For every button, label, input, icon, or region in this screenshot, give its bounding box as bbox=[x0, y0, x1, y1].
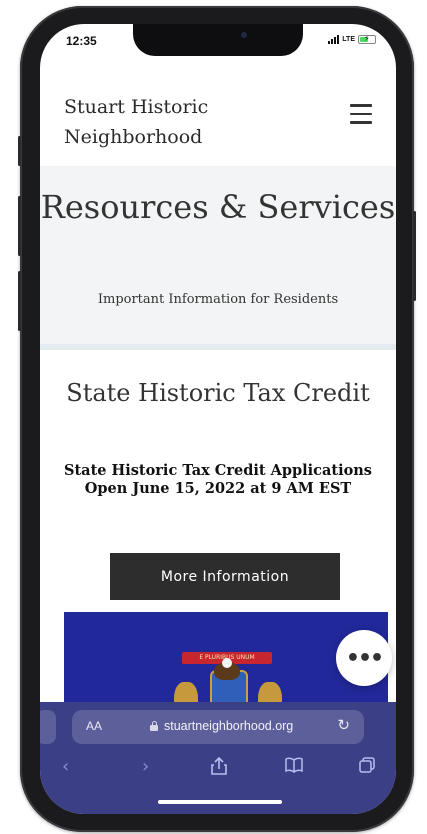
browser-toolbar: AA stuartneighborhood.org ↻ ‹ › bbox=[40, 702, 396, 814]
tabs-icon[interactable] bbox=[358, 756, 376, 779]
home-indicator bbox=[158, 800, 282, 804]
browser-nav-row: ‹ › bbox=[40, 756, 396, 786]
camera-icon bbox=[241, 32, 247, 38]
power-button bbox=[413, 211, 416, 301]
article-announcement: State Historic Tax Credit Applications O… bbox=[64, 462, 372, 497]
more-options-button[interactable]: ••• bbox=[336, 630, 392, 686]
notch bbox=[133, 24, 303, 56]
url-text[interactable]: stuartneighborhood.org bbox=[164, 719, 293, 733]
reader-options-button[interactable]: AA bbox=[86, 719, 102, 733]
charging-bolt-icon: ⚡ bbox=[364, 34, 370, 43]
status-time: 12:35 bbox=[66, 34, 97, 48]
address-bar[interactable]: AA stuartneighborhood.org ↻ bbox=[72, 710, 364, 744]
hero-title: Resources & Services bbox=[40, 188, 396, 226]
site-title[interactable]: Stuart Historic Neighborhood bbox=[64, 92, 284, 152]
back-icon[interactable]: ‹ bbox=[62, 756, 69, 777]
mute-switch bbox=[18, 136, 21, 166]
eagle-head bbox=[222, 658, 232, 668]
previous-tab-peek[interactable] bbox=[40, 710, 56, 744]
hero-subtitle: Important Information for Residents bbox=[97, 292, 339, 307]
reload-icon[interactable]: ↻ bbox=[337, 716, 350, 734]
share-icon[interactable] bbox=[210, 756, 228, 781]
signal-icon bbox=[328, 35, 340, 44]
screen: 12:35 LTE ⚡ Stuart Historic Neighborhood… bbox=[40, 24, 396, 814]
site-header: Stuart Historic Neighborhood bbox=[40, 82, 396, 166]
forward-icon[interactable]: › bbox=[142, 756, 149, 777]
bookmarks-icon[interactable] bbox=[284, 756, 304, 779]
more-information-button[interactable]: More Information bbox=[110, 553, 340, 600]
hero-banner: Resources & Services Important Informati… bbox=[40, 166, 396, 344]
battery-icon: ⚡ bbox=[358, 34, 376, 44]
volume-down-button bbox=[18, 271, 21, 331]
article-title: State Historic Tax Credit bbox=[66, 379, 370, 407]
status-indicators: LTE ⚡ bbox=[328, 34, 376, 44]
lock-icon bbox=[150, 721, 158, 731]
volume-up-button bbox=[18, 196, 21, 256]
hamburger-menu-icon[interactable] bbox=[350, 104, 372, 124]
section-divider bbox=[40, 344, 396, 350]
network-label: LTE bbox=[342, 36, 355, 43]
